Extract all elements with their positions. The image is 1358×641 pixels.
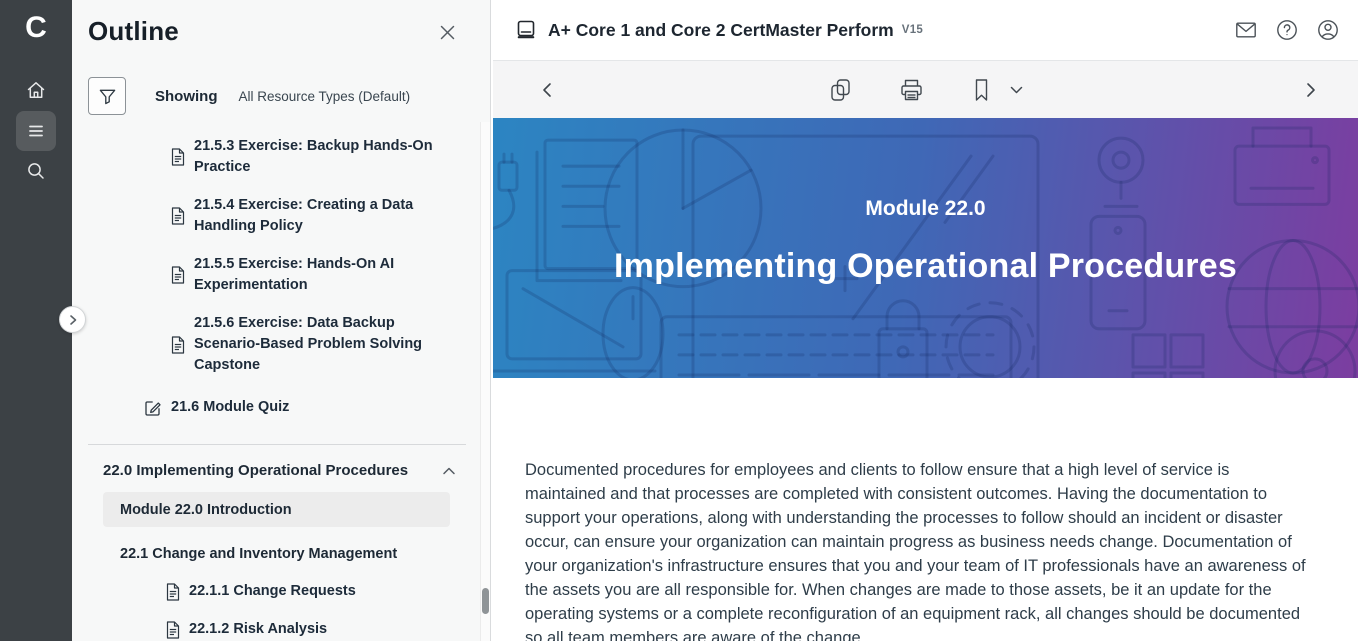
- close-outline-button[interactable]: [437, 22, 458, 43]
- outline-item-label: 22.1.1 Change Requests: [189, 581, 356, 602]
- filter-value: All Resource Types (Default): [239, 89, 411, 104]
- outline-scrollbar[interactable]: [480, 122, 490, 641]
- outline-item-label: 21.5.3 Exercise: Backup Hands-On Practic…: [194, 136, 452, 178]
- quiz-icon: [144, 399, 162, 417]
- bookmark-menu-button[interactable]: [1009, 85, 1023, 95]
- filter-row: Showing All Resource Types (Default): [88, 77, 490, 115]
- outline-item-label: 21.5.4 Exercise: Creating a Data Handlin…: [194, 195, 452, 237]
- document-icon: [171, 266, 185, 284]
- outline-item-label: 21.5.6 Exercise: Data Backup Scenario-Ba…: [194, 313, 452, 376]
- header-actions: [1234, 18, 1340, 42]
- account-button[interactable]: [1316, 18, 1340, 42]
- menu-icon: [25, 120, 47, 142]
- outline-item-21-5-4[interactable]: 21.5.4 Exercise: Creating a Data Handlin…: [171, 195, 490, 237]
- outline-title: Outline: [88, 16, 179, 47]
- outline-item-21-5-3[interactable]: 21.5.3 Exercise: Backup Hands-On Practic…: [171, 136, 490, 178]
- outline-item-21-5-6[interactable]: 21.5.6 Exercise: Data Backup Scenario-Ba…: [171, 313, 490, 376]
- print-icon: [898, 77, 924, 103]
- home-button[interactable]: [16, 70, 56, 110]
- outline-item-label: 22.1.2 Risk Analysis: [189, 619, 327, 640]
- course-header: A+ Core 1 and Core 2 CertMaster Perform …: [493, 0, 1358, 61]
- document-icon: [171, 336, 185, 354]
- document-icon: [166, 583, 180, 601]
- messages-button[interactable]: [1234, 18, 1258, 42]
- print-button[interactable]: [898, 77, 924, 103]
- outline-item-label: Module 22.0 Introduction: [120, 502, 292, 518]
- search-button[interactable]: [16, 151, 56, 191]
- outline-panel: Outline Showing All Resource Types (Defa…: [72, 0, 491, 641]
- outline-item-22-1[interactable]: 22.1 Change and Inventory Management: [120, 546, 490, 562]
- filter-icon: [98, 87, 117, 106]
- document-icon: [166, 621, 180, 639]
- outline-item-label: 21.6 Module Quiz: [171, 397, 289, 418]
- copy-button[interactable]: [828, 77, 852, 103]
- chevron-right-icon: [67, 314, 79, 326]
- outline-item-22-1-2[interactable]: 22.1.2 Risk Analysis: [166, 619, 490, 640]
- showing-label: Showing: [155, 88, 218, 105]
- section-header-label: 22.0 Implementing Operational Procedures: [103, 462, 408, 479]
- bookmark-icon: [970, 77, 992, 103]
- outline-item-21-6-quiz[interactable]: 21.6 Module Quiz: [144, 397, 490, 418]
- filter-button[interactable]: [88, 77, 126, 115]
- bookmark-button[interactable]: [970, 77, 992, 103]
- reader-toolbar: [493, 61, 1358, 118]
- previous-page-button[interactable]: [538, 61, 558, 118]
- help-button[interactable]: [1275, 18, 1299, 42]
- document-icon: [171, 207, 185, 225]
- module-number-label: Module 22.0: [865, 197, 985, 221]
- outline-item-label: 21.5.5 Exercise: Hands-On AI Experimenta…: [194, 254, 452, 296]
- home-icon: [25, 79, 47, 101]
- outline-tree: 21.5.3 Exercise: Backup Hands-On Practic…: [72, 136, 490, 640]
- chevron-up-icon: [442, 466, 456, 476]
- lesson-content: Documented procedures for employees and …: [493, 378, 1358, 641]
- comptia-logo[interactable]: C: [0, 0, 72, 56]
- main-area: A+ Core 1 and Core 2 CertMaster Perform …: [493, 0, 1358, 641]
- outline-divider: [88, 444, 466, 445]
- module-hero-banner: Module 22.0 Implementing Operational Pro…: [493, 118, 1358, 378]
- outline-item-module-22-intro-selected[interactable]: Module 22.0 Introduction: [103, 492, 450, 527]
- course-version: V15: [902, 24, 923, 36]
- lesson-paragraph: Documented procedures for employees and …: [525, 458, 1314, 641]
- mail-icon: [1234, 18, 1258, 42]
- module-title: Implementing Operational Procedures: [614, 247, 1237, 286]
- copy-icon: [828, 77, 852, 103]
- outline-menu-button[interactable]: [16, 111, 56, 151]
- outline-item-22-1-1[interactable]: 22.1.1 Change Requests: [166, 581, 490, 602]
- help-icon: [1275, 18, 1299, 42]
- course-icon: [515, 19, 537, 41]
- course-title: A+ Core 1 and Core 2 CertMaster Perform: [548, 20, 894, 41]
- document-icon: [171, 148, 185, 166]
- section-header-22-0[interactable]: 22.0 Implementing Operational Procedures: [103, 462, 456, 479]
- chevron-down-icon: [1009, 85, 1023, 95]
- outline-item-21-5-5[interactable]: 21.5.5 Exercise: Hands-On AI Experimenta…: [171, 254, 490, 296]
- close-icon: [437, 22, 458, 43]
- panel-collapse-button[interactable]: [59, 306, 86, 333]
- account-icon: [1316, 18, 1340, 42]
- search-icon: [25, 160, 47, 182]
- chevron-right-icon: [1300, 80, 1320, 100]
- outline-scrollbar-thumb[interactable]: [482, 588, 489, 614]
- next-page-button[interactable]: [1300, 61, 1320, 118]
- chevron-left-icon: [538, 80, 558, 100]
